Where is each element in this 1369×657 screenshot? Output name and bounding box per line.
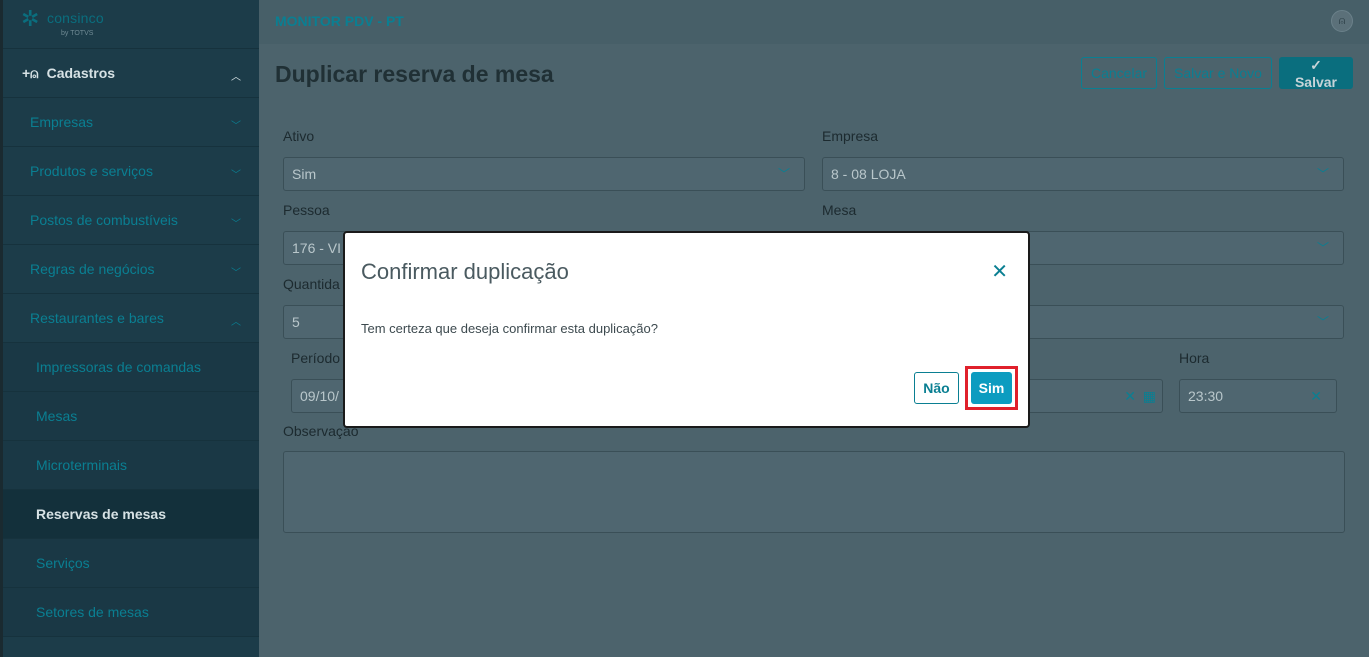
brand-by: by TOTVS [61,30,94,37]
chevron-down-icon: ﹀ [231,121,241,132]
sidebar-subitem-mesas[interactable]: Mesas [3,392,259,441]
yes-button-highlight: Sim [965,366,1018,410]
sidebar-item-regras[interactable]: Regras de negócios ﹀ [3,245,259,294]
ativo-value: Sim [292,166,317,182]
chevron-down-icon: ﹀ [1316,315,1329,329]
save-button-label: Salvar [1294,74,1338,90]
hora-label: Hora [1179,350,1210,366]
sidebar-subitem-reservas[interactable]: Reservas de mesas [3,490,259,539]
sidebar-item-label: Produtos e serviços [30,163,153,179]
sidebar-subitem-label: Reservas de mesas [36,506,166,522]
consinco-logo-icon: ✲ [21,6,40,31]
sidebar-subitem-microterminais[interactable]: Microterminais [3,441,259,490]
sidebar-item-label: Regras de negócios [30,261,155,277]
yes-button[interactable]: Sim [971,372,1012,404]
empresa-value: 8 - 08 LOJA [831,166,906,182]
close-icon[interactable]: ✕ [991,259,1008,284]
sidebar-section-cadastros[interactable]: +⍝ Cadastros ︿ [3,49,259,98]
sidebar-item-label: Empresas [30,114,94,130]
app-title: MONITOR PDV - PT [275,13,404,29]
chevron-down-icon: ﹀ [1316,167,1329,181]
quantidade-value: 5 [292,314,300,330]
ativo-label: Ativo [283,128,315,144]
sidebar-subitem-label: Microterminais [36,457,128,473]
sidebar-subitem-label: Impressoras de comandas [36,359,201,375]
periodo-value: 09/10/ [300,388,339,404]
sidebar-item-restaurantes[interactable]: Restaurantes e bares ︿ [3,294,259,343]
chevron-up-icon: ︿ [231,317,241,328]
clear-icon[interactable]: ✕ [1310,380,1322,412]
sidebar-item-postos[interactable]: Postos de combustíveis ﹀ [3,196,259,245]
quantidade-label: Quantida [283,276,340,292]
confirm-dialog: Confirmar duplicação ✕ Tem certeza que d… [343,231,1030,428]
check-icon: ✓ [1310,57,1322,73]
mesa-label: Mesa [822,202,857,218]
sidebar-subitem-label: Mesas [36,408,78,424]
chevron-down-icon: ﹀ [231,219,241,230]
sidebar-subitem-label: Setores de mesas [36,604,149,620]
sidebar: ✲ consinco by TOTVS +⍝ Cadastros ︿ Empre… [0,0,259,657]
sidebar-section-label: Cadastros [46,65,116,81]
user-icon[interactable]: ⍝ [1331,10,1353,32]
ativo-select[interactable]: Sim ﹀ [283,157,805,191]
dialog-title: Confirmar duplicação [361,259,569,284]
hora-value: 23:30 [1188,388,1224,404]
sidebar-item-label: Restaurantes e bares [30,310,164,326]
chevron-down-icon: ﹀ [231,268,241,279]
logo: ✲ consinco by TOTVS [3,0,259,49]
hora-input[interactable]: 23:30 ✕ [1179,379,1337,413]
sidebar-subitem-servicos[interactable]: Serviços [3,539,259,588]
save-button[interactable]: ✓ Salvar [1279,57,1353,90]
dialog-message: Tem certeza que deseja confirmar esta du… [361,321,658,336]
sidebar-subitem-impressoras[interactable]: Impressoras de comandas [3,343,259,392]
chevron-down-icon: ﹀ [231,170,241,181]
pessoa-label: Pessoa [283,202,330,218]
top-bar: MONITOR PDV - PT ⍝ [259,0,1369,44]
empresa-label: Empresa [822,128,879,144]
periodo-label: Período [291,350,341,366]
calendar-icon[interactable]: ▦ [1143,380,1156,412]
page-title: Duplicar reserva de mesa [275,61,554,87]
periodo-end-input[interactable]: ✕ ▦ [1007,379,1163,413]
chevron-down-icon: ﹀ [1316,241,1329,255]
sidebar-item-produtos[interactable]: Produtos e serviços ﹀ [3,147,259,196]
observacao-textarea[interactable] [283,451,1345,533]
pessoa-value: 176 - VI [292,240,342,256]
sidebar-item-empresas[interactable]: Empresas ﹀ [3,98,259,147]
sidebar-subitem-setores[interactable]: Setores de mesas [3,588,259,637]
sidebar-subitem-label: Serviços [36,555,90,571]
save-and-new-button[interactable]: Salvar e Novo [1164,57,1272,89]
add-user-icon: +⍝ [22,64,39,81]
chevron-up-icon: ︿ [231,72,241,83]
chevron-down-icon: ﹀ [777,167,790,181]
sidebar-item-label: Postos de combustíveis [30,212,178,228]
cancel-button[interactable]: Cancelar [1081,57,1157,89]
clear-icon[interactable]: ✕ [1124,380,1136,412]
brand-name: consinco [47,10,104,26]
empresa-select[interactable]: 8 - 08 LOJA ﹀ [822,157,1344,191]
no-button[interactable]: Não [914,372,959,404]
